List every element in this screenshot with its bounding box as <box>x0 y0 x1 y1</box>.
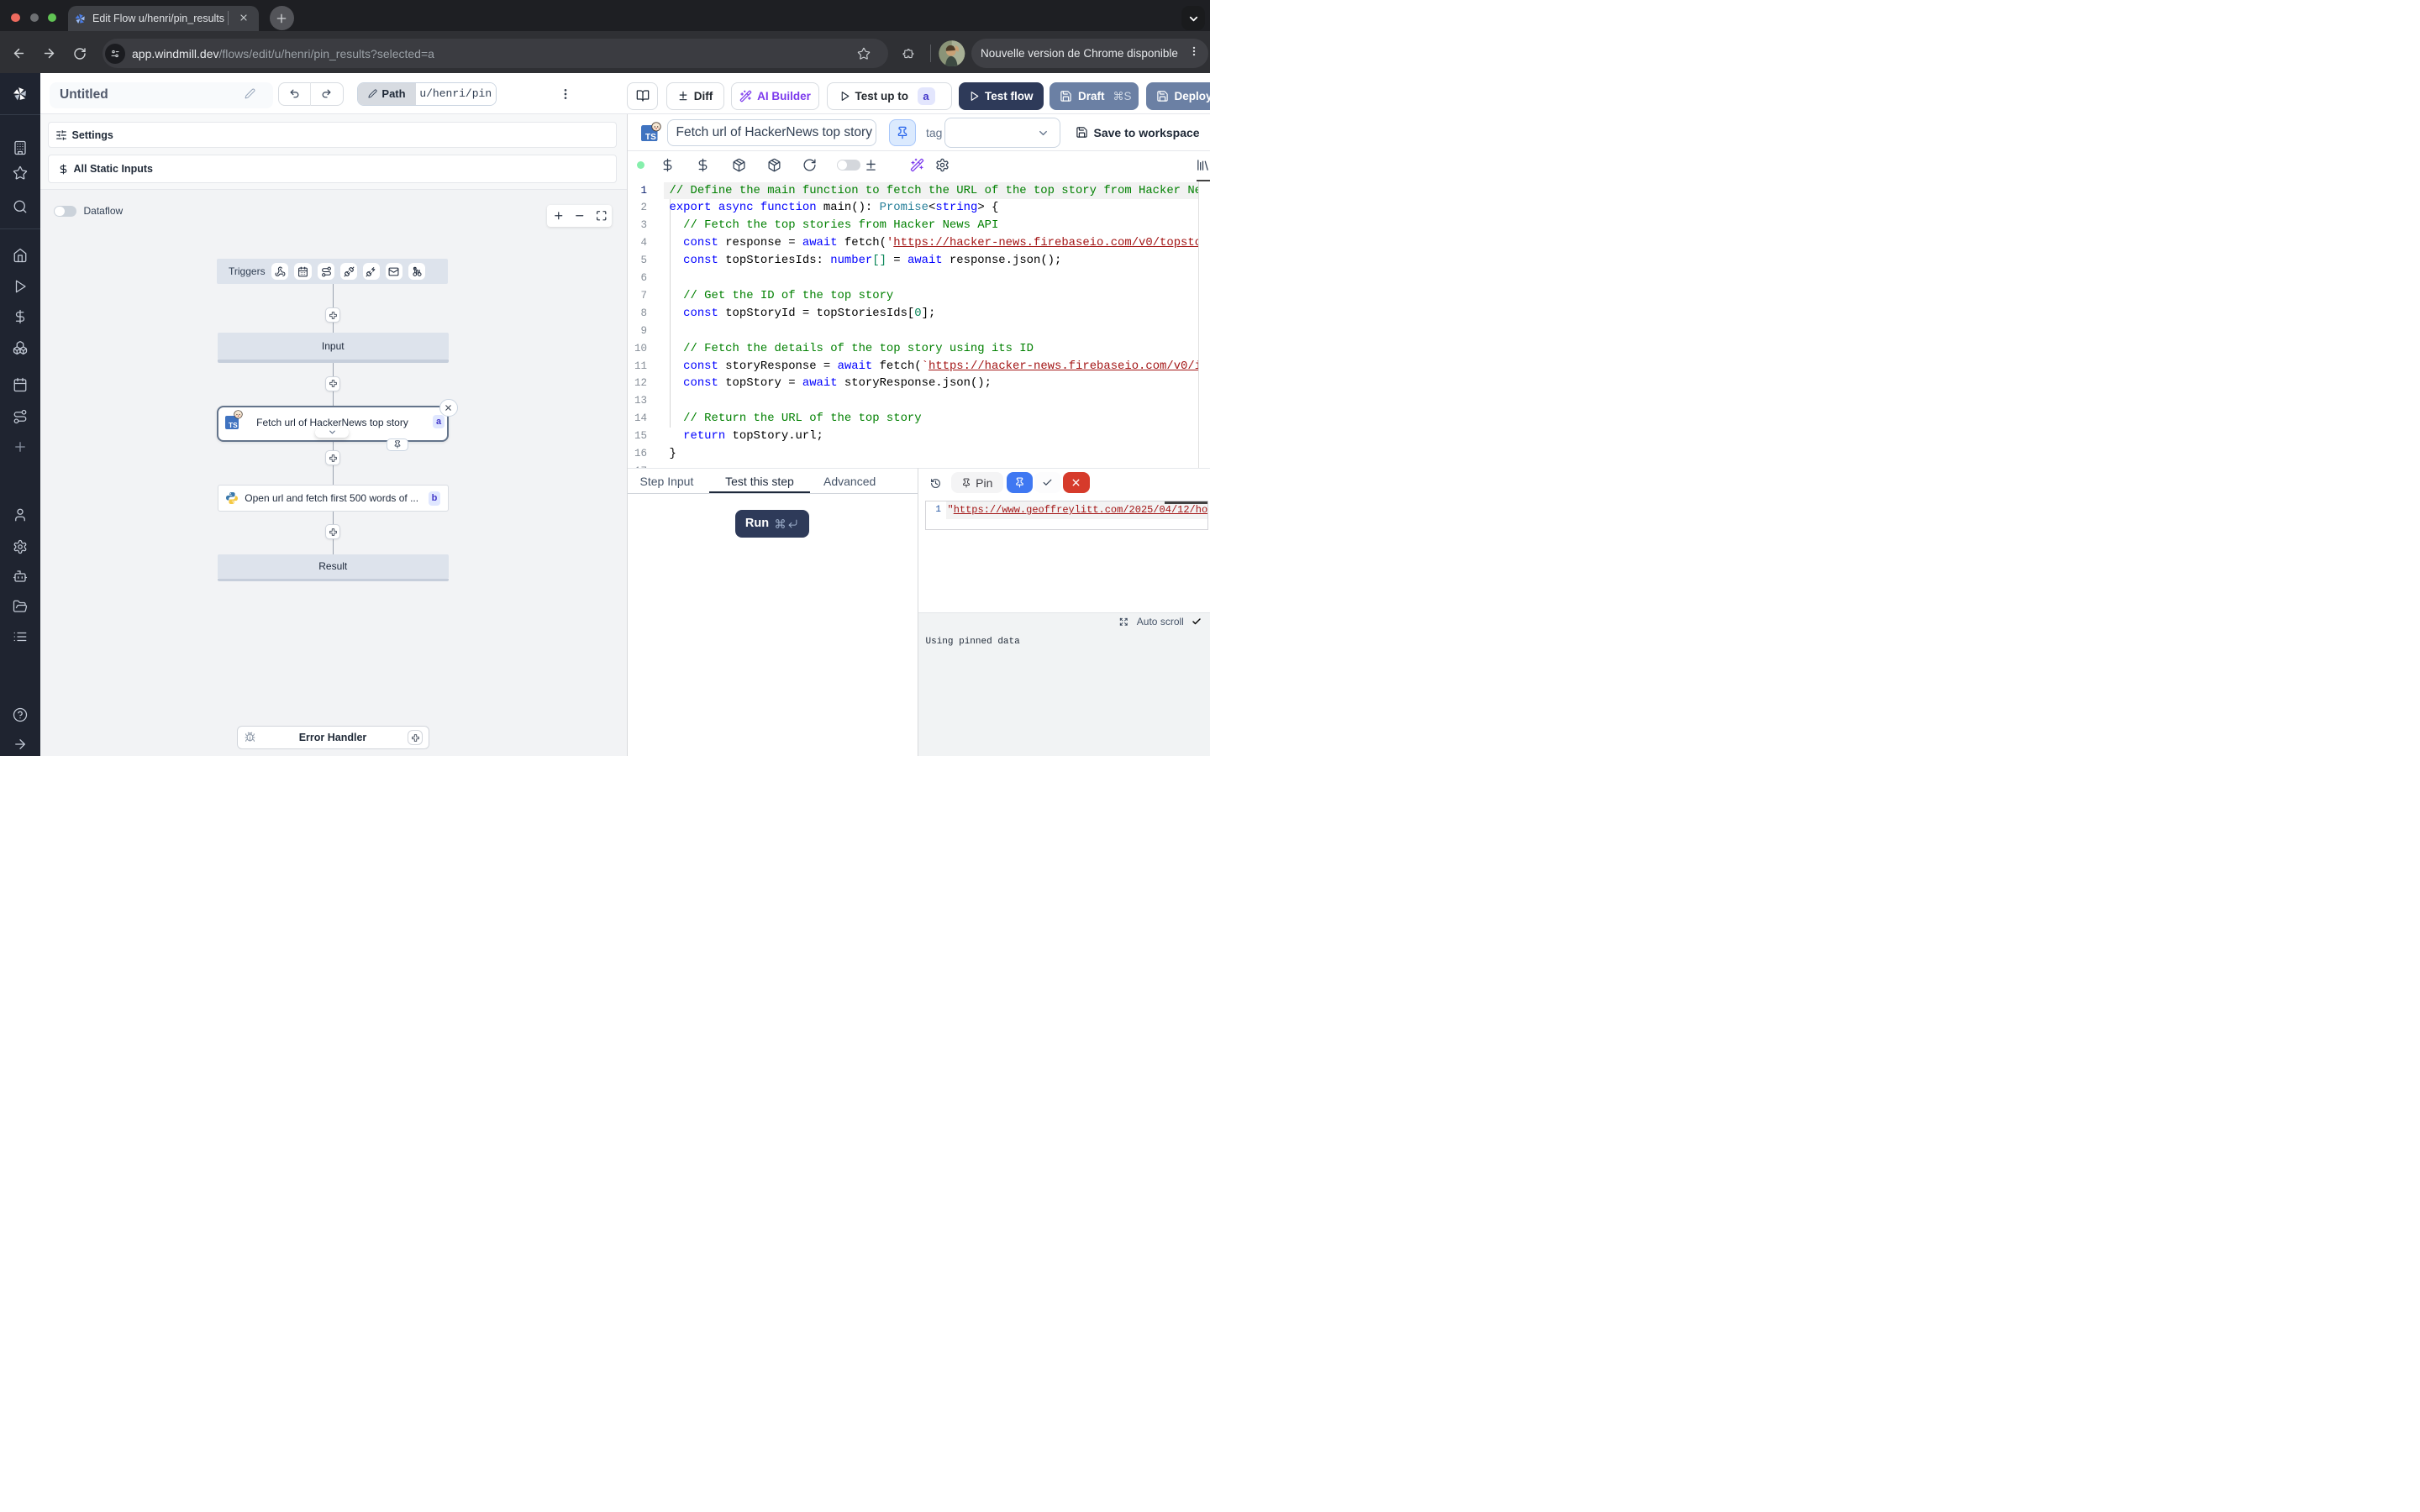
svg-text:TS: TS <box>645 133 656 141</box>
